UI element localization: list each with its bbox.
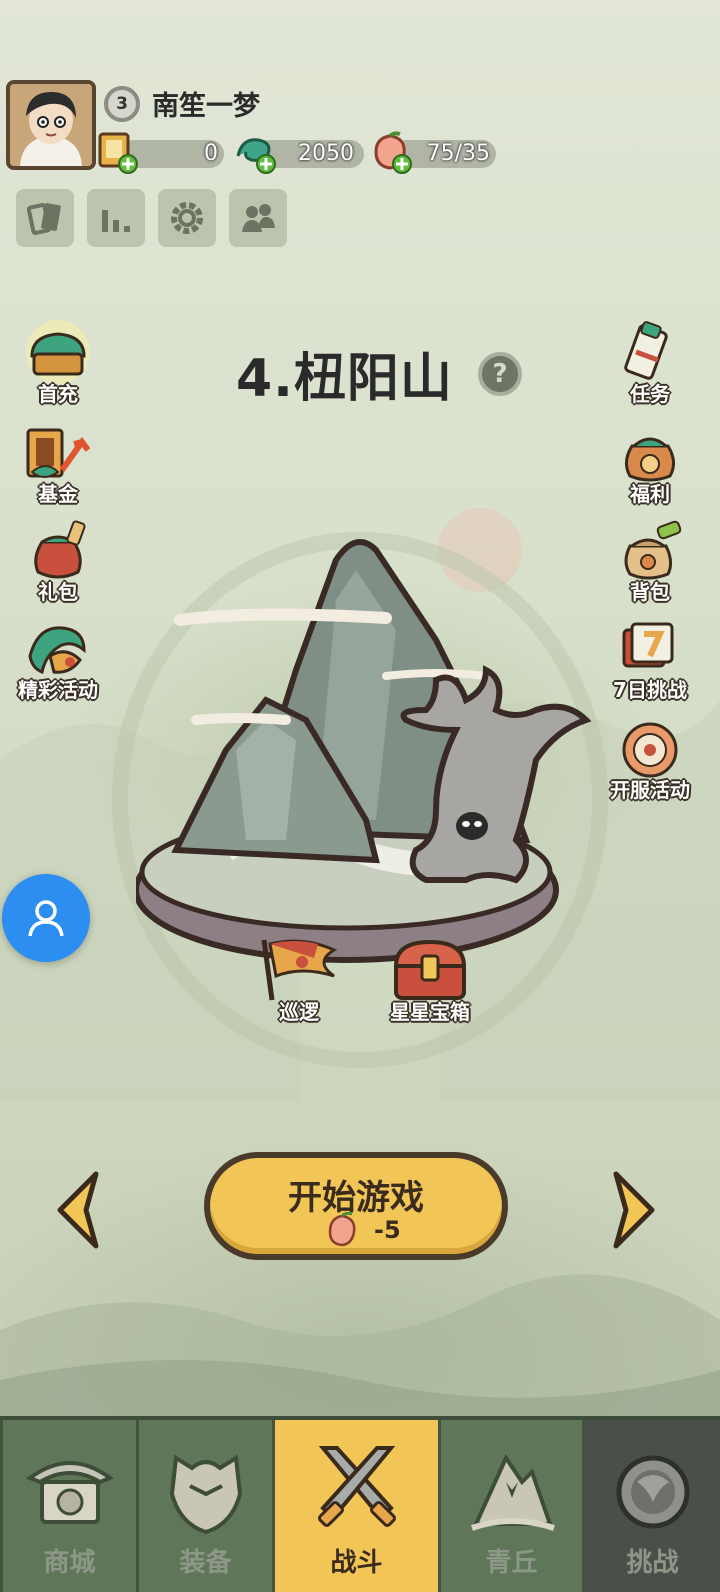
crossed-swords-icon: [317, 1446, 396, 1527]
nav-tab-qingqiu[interactable]: 青丘: [438, 1420, 582, 1592]
armor-icon: [169, 1454, 242, 1535]
star-chest-icon: [393, 939, 467, 1000]
star-chest-label: 星星宝箱: [390, 1000, 470, 1024]
hero-portrait-icon: [10, 84, 92, 166]
nav-tab-label: 挑战: [626, 1548, 679, 1578]
next-stage-arrow[interactable]: [608, 1168, 660, 1252]
stage-title: 4.杻阳山: [236, 349, 453, 409]
nav-tab-challenge[interactable]: 挑战: [582, 1420, 720, 1592]
mountain-icon: [470, 1453, 555, 1531]
friends-button[interactable]: [229, 189, 287, 247]
side-menu-label: 福利: [630, 482, 670, 506]
nav-tab-label: 商城: [43, 1548, 96, 1578]
side-menu-tasks[interactable]: 任务: [598, 320, 702, 412]
nav-tab-shop[interactable]: 商城: [0, 1420, 136, 1592]
nav-tab-equipment[interactable]: 装备: [136, 1420, 272, 1592]
nav-tab-battle[interactable]: 战斗: [272, 1420, 438, 1592]
question-mark-icon: ?: [492, 359, 508, 389]
star-chest-button[interactable]: 星星宝箱: [370, 936, 490, 1032]
nav-tab-label: 战斗: [330, 1548, 383, 1578]
shop-pavilion-icon: [25, 1461, 114, 1524]
side-menu-welfare[interactable]: 福利: [598, 420, 702, 512]
nav-tab-label: 青丘: [485, 1548, 538, 1578]
start-game-button[interactable]: 开始游戏 -5: [204, 1152, 508, 1260]
side-menu-label: 7日挑战: [613, 678, 687, 702]
stage-mountain-illustration[interactable]: [136, 520, 596, 990]
challenge-orb-icon: [616, 1455, 689, 1529]
side-menu-label: 任务: [630, 382, 670, 406]
side-menu-seven-day[interactable]: 7日挑战: [598, 616, 702, 708]
patrol-flag-icon: [261, 939, 338, 1001]
side-menu-server-event[interactable]: 开服活动: [598, 716, 702, 808]
stage-help-button[interactable]: ?: [478, 352, 522, 396]
previous-stage-arrow[interactable]: [52, 1168, 104, 1252]
side-menu-backpack[interactable]: 背包: [598, 518, 702, 610]
settings-button[interactable]: [158, 189, 216, 247]
side-menu-label: 精彩活动: [18, 678, 98, 702]
side-menu-first-recharge[interactable]: 首充: [6, 320, 110, 412]
player-avatar[interactable]: [6, 80, 96, 170]
side-menu-label: 基金: [38, 482, 78, 506]
floating-user-button[interactable]: [2, 874, 90, 962]
player-level-badge: 3: [104, 86, 140, 122]
scroll-ticket-icon[interactable]: [94, 128, 142, 176]
player-name: 南笙一梦: [152, 91, 260, 122]
peach-stamina-icon: [328, 1212, 356, 1247]
bar-chart-icon: [102, 210, 130, 232]
user-icon: [28, 900, 64, 937]
side-menu-fund[interactable]: 基金: [6, 420, 110, 512]
start-game-cost: -5: [374, 1216, 401, 1244]
side-menu-label: 开服活动: [610, 778, 690, 802]
gear-icon: [171, 202, 203, 234]
side-menu-label: 首充: [38, 382, 78, 406]
peach-stamina-icon[interactable]: [368, 128, 416, 176]
nav-tab-label: 装备: [179, 1548, 232, 1578]
side-menu-events[interactable]: 精彩活动: [6, 616, 110, 708]
side-menu-gift[interactable]: 礼包: [6, 518, 110, 610]
cards-icon: [26, 202, 61, 236]
friends-icon: [242, 204, 275, 232]
side-menu-label: 背包: [630, 580, 670, 604]
side-menu-label: 礼包: [38, 580, 78, 604]
patrol-label: 巡逻: [279, 1000, 319, 1024]
ranking-button[interactable]: [87, 189, 145, 247]
game-screen: 3 南笙一梦 0 2050 75/35 4.杻阳山 ? 首充 基金 礼包 精彩活…: [0, 0, 720, 1592]
patrol-button[interactable]: 巡逻: [254, 936, 344, 1032]
cards-button[interactable]: [16, 189, 74, 247]
jade-dragon-icon[interactable]: [232, 128, 280, 176]
